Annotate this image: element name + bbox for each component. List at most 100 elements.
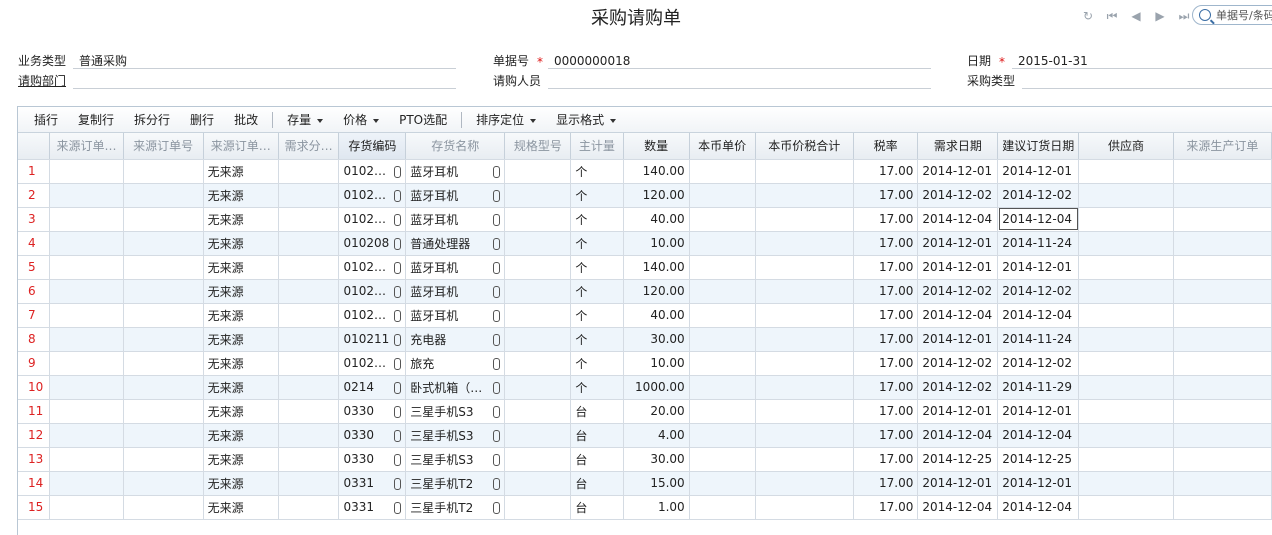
unit-price-cell[interactable] [689,495,756,520]
source-cell[interactable]: 无来源 [203,207,279,232]
tax-rate-cell[interactable]: 17.00 [853,471,919,496]
suggested-date-cell[interactable]: 2014-12-04 [997,495,1080,520]
copy-row-button[interactable]: 复制行 [68,111,124,128]
table-row[interactable]: 10 无来源 0214 卧式机箱（… 个 1000.00 17.00 2014-12-02 20… [18,375,1272,400]
doc-no-input[interactable]: 0000000018 [548,54,931,69]
tax-rate-cell[interactable]: 17.00 [853,159,919,184]
unit-price-cell[interactable] [689,423,756,448]
table-row[interactable]: 1 无来源 0102… 蓝牙耳机 个 140.00 17.00 2014-12-01 2014-… [18,159,1272,184]
table-row[interactable]: 6 无来源 0102… 蓝牙耳机 个 120.00 17.00 2014-12-02 2014-… [18,279,1272,304]
suggested-date-cell[interactable]: 2014-12-04 [997,303,1080,328]
table-row[interactable]: 5 无来源 0102… 蓝牙耳机 个 140.00 17.00 2014-12-01 2014-… [18,255,1272,280]
inventory-dropdown[interactable]: 存量 [277,111,333,128]
paperclip-icon[interactable] [394,213,402,226]
total-cell[interactable] [755,495,854,520]
paperclip-icon[interactable] [394,261,402,274]
suggested-date-cell[interactable]: 2014-12-01 [997,159,1080,184]
row-number[interactable]: 7 [18,303,51,328]
quantity-cell[interactable]: 120.00 [623,183,690,208]
quantity-cell[interactable]: 10.00 [623,231,690,256]
item-name-cell[interactable]: 蓝牙耳机 [405,303,506,328]
demand-class-cell[interactable] [278,207,340,232]
paperclip-icon[interactable] [493,309,501,322]
required-date-cell[interactable]: 2014-12-01 [917,327,999,352]
unit-cell[interactable]: 个 [570,255,624,280]
item-code-cell[interactable]: 0102… [338,255,407,280]
source-production-order-cell[interactable] [1173,399,1272,424]
source-order-type-cell[interactable] [49,255,124,280]
source-order-type-cell[interactable] [49,303,124,328]
spec-cell[interactable] [504,423,572,448]
suggested-date-cell[interactable]: 2014-11-24 [997,231,1080,256]
total-cell[interactable] [755,351,854,376]
row-number[interactable]: 2 [18,183,51,208]
paperclip-icon[interactable] [394,381,402,394]
suggested-date-cell[interactable]: 2014-12-25 [997,447,1080,472]
spec-cell[interactable] [504,279,572,304]
source-order-type-cell[interactable] [49,495,124,520]
source-order-no-cell[interactable] [123,207,204,232]
suggested-date-cell[interactable]: 2014-12-01 [997,255,1080,280]
suggested-date-cell[interactable]: 2014-12-04 [997,423,1080,448]
source-order-no-cell[interactable] [123,423,204,448]
total-cell[interactable] [755,303,854,328]
quantity-cell[interactable]: 1.00 [623,495,690,520]
item-code-cell[interactable]: 0330 [338,447,407,472]
demand-class-cell[interactable] [278,471,340,496]
insert-row-button[interactable]: 插行 [24,111,68,128]
demand-class-cell[interactable] [278,279,340,304]
item-name-cell[interactable]: 蓝牙耳机 [405,279,506,304]
price-dropdown[interactable]: 价格 [333,111,389,128]
paperclip-icon[interactable] [394,189,402,202]
unit-price-cell[interactable] [689,327,756,352]
item-name-cell[interactable]: 蓝牙耳机 [405,207,506,232]
item-code-cell[interactable]: 0102… [338,207,407,232]
total-cell[interactable] [755,231,854,256]
paperclip-icon[interactable] [394,501,402,514]
unit-price-cell[interactable] [689,399,756,424]
quantity-cell[interactable]: 30.00 [623,327,690,352]
source-production-order-cell[interactable] [1173,255,1272,280]
date-input[interactable]: 2015-01-31 [1012,54,1272,69]
split-row-button[interactable]: 拆分行 [124,111,180,128]
unit-price-cell[interactable] [689,351,756,376]
paperclip-icon[interactable] [493,453,501,466]
total-cell[interactable] [755,447,854,472]
paperclip-icon[interactable] [394,285,402,298]
paperclip-icon[interactable] [493,333,501,346]
requester-input[interactable] [548,74,931,89]
column-header[interactable]: 来源订单… [203,133,279,160]
item-code-cell[interactable]: 010208 [338,231,407,256]
table-row[interactable]: 3 无来源 0102… 蓝牙耳机 个 40.00 17.00 2014-12-04 2014-1… [18,207,1272,232]
paperclip-icon[interactable] [493,429,501,442]
source-order-type-cell[interactable] [49,423,124,448]
spec-cell[interactable] [504,447,572,472]
row-number[interactable]: 9 [18,351,51,376]
required-date-cell[interactable]: 2014-12-01 [917,399,999,424]
source-order-no-cell[interactable] [123,303,204,328]
item-name-cell[interactable]: 蓝牙耳机 [405,255,506,280]
source-production-order-cell[interactable] [1173,375,1272,400]
unit-cell[interactable]: 台 [570,423,624,448]
last-record-icon[interactable]: ⏭ [1176,9,1192,25]
source-cell[interactable]: 无来源 [203,231,279,256]
refresh-icon[interactable]: ↻ [1080,9,1096,25]
table-row[interactable]: 13 无来源 0330 三星手机S3 台 30.00 17.00 2014-12-25 2014… [18,447,1272,472]
source-order-no-cell[interactable] [123,231,204,256]
required-date-cell[interactable]: 2014-12-04 [917,207,999,232]
paperclip-icon[interactable] [493,357,501,370]
required-date-cell[interactable]: 2014-12-04 [917,303,999,328]
demand-class-cell[interactable] [278,255,340,280]
quantity-cell[interactable]: 20.00 [623,399,690,424]
supplier-cell[interactable] [1078,423,1174,448]
source-production-order-cell[interactable] [1173,471,1272,496]
unit-cell[interactable]: 个 [570,231,624,256]
supplier-cell[interactable] [1078,375,1174,400]
item-name-cell[interactable]: 旅充 [405,351,506,376]
source-production-order-cell[interactable] [1173,231,1272,256]
paperclip-icon[interactable] [394,333,402,346]
source-production-order-cell[interactable] [1173,327,1272,352]
source-order-type-cell[interactable] [49,351,124,376]
total-cell[interactable] [755,207,854,232]
table-row[interactable]: 15 无来源 0331 三星手机T2 台 1.00 17.00 2014-12-04 2014-… [18,495,1272,520]
